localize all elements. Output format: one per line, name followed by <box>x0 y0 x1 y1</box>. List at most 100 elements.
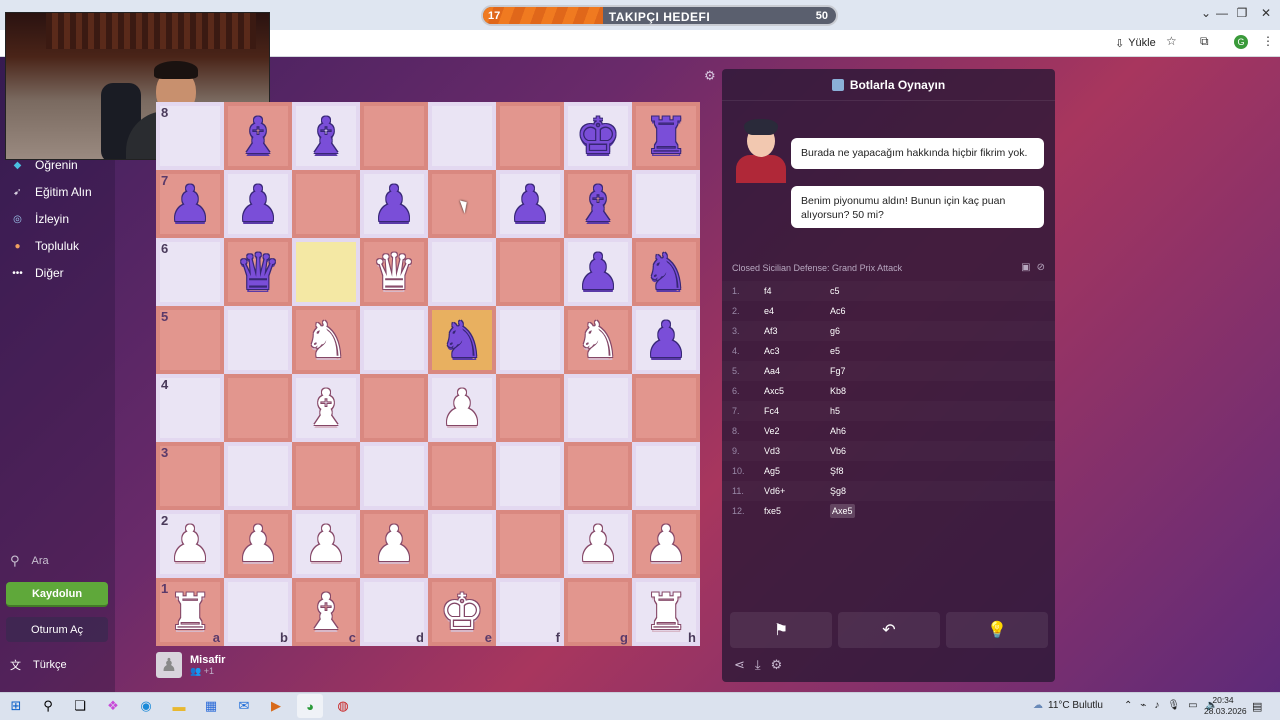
white-pawn-piece[interactable]: ♟ <box>236 519 281 569</box>
square-d6[interactable]: ♛ <box>360 238 428 306</box>
black-move[interactable]: g6 <box>830 326 840 336</box>
black-pawn-piece[interactable]: ♟ <box>168 179 213 229</box>
resign-flag-button[interactable]: ⚑ <box>730 612 832 648</box>
edge-icon[interactable]: ◉ <box>137 697 155 715</box>
black-bishop-piece[interactable]: ♝ <box>576 179 621 229</box>
sidebar-item-community[interactable]: ● Topluluk <box>10 239 79 253</box>
square-b5[interactable] <box>224 306 292 374</box>
square-f5[interactable] <box>496 306 564 374</box>
square-h6[interactable]: ♞ <box>632 238 700 306</box>
square-g2[interactable]: ♟ <box>564 510 632 578</box>
square-d7[interactable]: ♟ <box>360 170 428 238</box>
takeback-button[interactable]: ↶ <box>838 612 940 648</box>
share-icon[interactable]: ⋖ <box>734 657 745 673</box>
square-e1[interactable]: e ♚ <box>428 578 496 646</box>
black-king-piece[interactable]: ♚ <box>576 111 621 161</box>
square-h8[interactable]: ♜ <box>632 102 700 170</box>
square-e2[interactable] <box>428 510 496 578</box>
square-g8[interactable]: ♚ <box>564 102 632 170</box>
chess-board[interactable]: 8 ♝ ♝ ♚ ♜ 7 ♟ ♟ ♟ ♟ ♝ 6 ♛ ♛ ♟ ♞ 5 ♞ ♞ ♞ ♟ 4 ♝ ♟ 3 2 ♟ ♟ ♟ ♟ ♟ ♟ 1 a ♜ b c ♝ d e… <box>156 102 700 646</box>
square-f6[interactable] <box>496 238 564 306</box>
white-rook-piece[interactable]: ♜ <box>644 587 689 637</box>
square-a8[interactable]: 8 <box>156 102 224 170</box>
white-move[interactable]: Ag5 <box>764 466 780 476</box>
square-f4[interactable] <box>496 374 564 442</box>
taskbar-search-icon[interactable]: ⚲ <box>39 697 57 715</box>
square-c8[interactable]: ♝ <box>292 102 360 170</box>
register-button[interactable]: Kaydolun <box>6 582 108 607</box>
black-pawn-piece[interactable]: ♟ <box>644 315 689 365</box>
square-d5[interactable] <box>360 306 428 374</box>
black-knight-piece[interactable]: ♞ <box>644 247 689 297</box>
square-a5[interactable]: 5 <box>156 306 224 374</box>
square-e5[interactable]: ♞ <box>428 306 496 374</box>
white-knight-piece[interactable]: ♞ <box>304 315 349 365</box>
square-c1[interactable]: c ♝ <box>292 578 360 646</box>
square-g1[interactable]: g <box>564 578 632 646</box>
white-king-piece[interactable]: ♚ <box>440 587 485 637</box>
square-b1[interactable]: b <box>224 578 292 646</box>
white-pawn-piece[interactable]: ♟ <box>440 383 485 433</box>
black-pawn-piece[interactable]: ♟ <box>236 179 281 229</box>
mail-icon[interactable]: ✉ <box>235 697 253 715</box>
black-pawn-piece[interactable]: ♟ <box>576 247 621 297</box>
square-g6[interactable]: ♟ <box>564 238 632 306</box>
square-h4[interactable] <box>632 374 700 442</box>
square-e3[interactable] <box>428 442 496 510</box>
white-pawn-piece[interactable]: ♟ <box>168 519 213 569</box>
square-b6[interactable]: ♛ <box>224 238 292 306</box>
square-d2[interactable]: ♟ <box>360 510 428 578</box>
square-a4[interactable]: 4 <box>156 374 224 442</box>
white-knight-piece[interactable]: ♞ <box>576 315 621 365</box>
task-view-icon[interactable]: ❏ <box>71 697 89 715</box>
sidebar-item-more[interactable]: ••• Diğer <box>10 266 63 280</box>
square-e4[interactable]: ♟ <box>428 374 496 442</box>
close-window-button[interactable]: ✕ <box>1256 6 1276 20</box>
black-move[interactable]: Ac6 <box>830 306 846 316</box>
square-c5[interactable]: ♞ <box>292 306 360 374</box>
white-bishop-piece[interactable]: ♝ <box>304 587 349 637</box>
minimize-button[interactable]: — <box>1212 6 1232 20</box>
mic-icon[interactable]: 🎙 <box>1167 700 1180 711</box>
square-c4[interactable]: ♝ <box>292 374 360 442</box>
book-icon[interactable]: ▣ <box>1021 262 1030 273</box>
black-move[interactable]: e5 <box>830 346 840 356</box>
white-move[interactable]: f4 <box>764 286 772 296</box>
copilot-icon[interactable]: ❖ <box>104 697 122 715</box>
square-d3[interactable] <box>360 442 428 510</box>
square-g4[interactable] <box>564 374 632 442</box>
black-bishop-piece[interactable]: ♝ <box>236 111 281 161</box>
black-move[interactable]: Şg8 <box>830 486 846 496</box>
white-move[interactable]: Fc4 <box>764 406 779 416</box>
white-move[interactable]: Ve2 <box>764 426 780 436</box>
display-icon[interactable]: ▭ <box>1188 700 1197 711</box>
black-move[interactable]: c5 <box>830 286 840 296</box>
square-d1[interactable]: d <box>360 578 428 646</box>
black-move[interactable]: Vb6 <box>830 446 846 456</box>
black-pawn-piece[interactable]: ♟ <box>508 179 553 229</box>
settings-gear-icon[interactable]: ⚙ <box>771 657 783 673</box>
square-b7[interactable]: ♟ <box>224 170 292 238</box>
white-move[interactable]: Vd6+ <box>764 486 785 496</box>
login-button[interactable]: Oturum Aç <box>6 617 108 642</box>
tray-chevron-icon[interactable]: ⌃ <box>1124 700 1132 711</box>
white-rook-piece[interactable]: ♜ <box>168 587 213 637</box>
white-pawn-piece[interactable]: ♟ <box>576 519 621 569</box>
square-f2[interactable] <box>496 510 564 578</box>
white-move[interactable]: fxe5 <box>764 506 781 516</box>
black-move[interactable]: Ah6 <box>830 426 846 436</box>
speaker-icon[interactable]: ♪ <box>1154 700 1159 711</box>
square-d8[interactable] <box>360 102 428 170</box>
bookmark-star-icon[interactable]: ☆ <box>1166 34 1177 48</box>
square-f3[interactable] <box>496 442 564 510</box>
profile-avatar[interactable]: G <box>1234 35 1248 49</box>
browser-menu-icon[interactable]: ⋮ <box>1262 34 1274 48</box>
white-pawn-piece[interactable]: ♟ <box>644 519 689 569</box>
white-move[interactable]: Af3 <box>764 326 778 336</box>
square-a3[interactable]: 3 <box>156 442 224 510</box>
notification-icon[interactable]: ▤ <box>1252 700 1262 713</box>
square-h2[interactable]: ♟ <box>632 510 700 578</box>
square-b8[interactable]: ♝ <box>224 102 292 170</box>
black-bishop-piece[interactable]: ♝ <box>304 111 349 161</box>
white-pawn-piece[interactable]: ♟ <box>372 519 417 569</box>
